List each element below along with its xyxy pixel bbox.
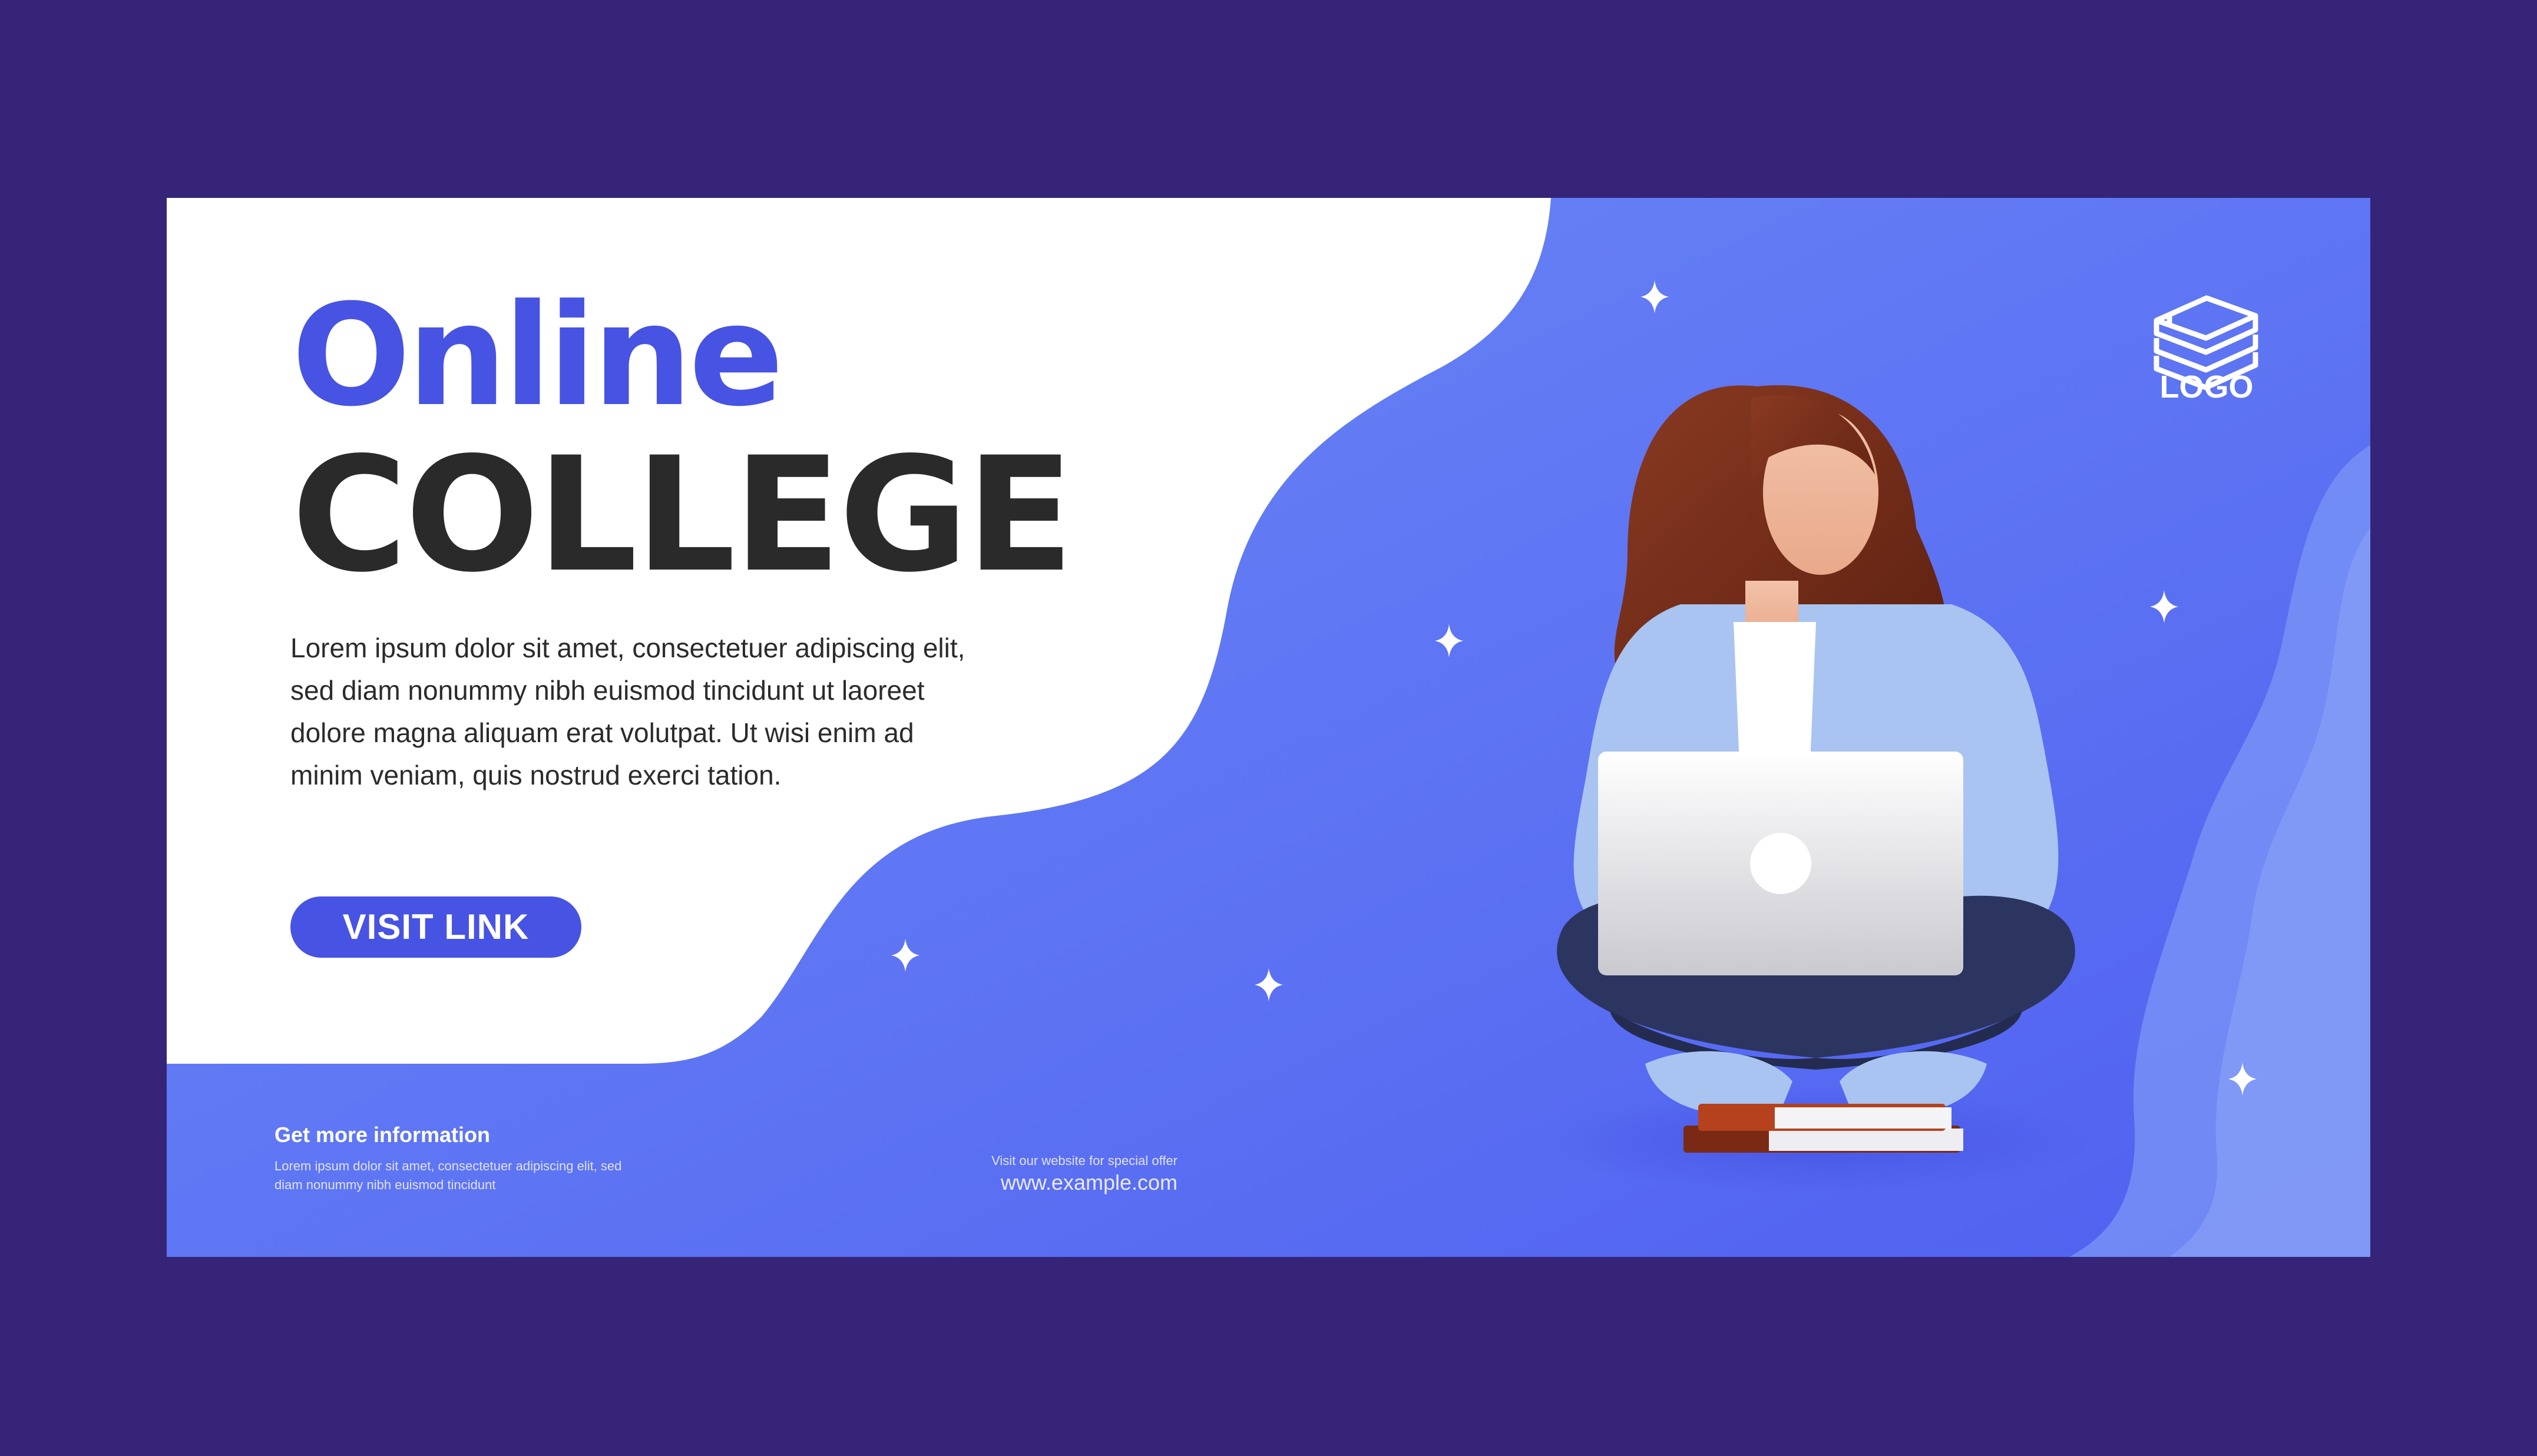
description-line: sed diam nonummy nibh euismod tincidunt … [290,675,925,706]
footer-info-line: Lorem ipsum dolor sit amet, consectetuer… [274,1159,622,1173]
website-link[interactable]: www.example.com [942,1170,1177,1195]
footer-info-heading: Get more information [274,1123,491,1147]
footer-info-text: Lorem ipsum dolor sit amet, consectetuer… [274,1157,687,1194]
description-line: dolore magna aliquam erat volutpat. Ut w… [290,717,914,748]
footer-info-line: diam nonummy nibh euismod tincidunt [274,1177,496,1192]
visit-link-button[interactable]: VISIT LINK [290,896,581,958]
headline-online: Online [292,274,784,438]
description-line: minim veniam, quis nostrud exerci tation… [290,760,782,790]
logo-label: LOGO [2159,369,2254,405]
headline-college: COLLEGE [292,423,1074,607]
banner: Online COLLEGE Lorem ipsum dolor sit ame… [167,198,2370,1257]
description-line: Lorem ipsum dolor sit amet, consectetuer… [290,633,965,663]
offer-text: Visit our website for special offer [991,1153,1177,1168]
description: Lorem ipsum dolor sit amet, consectetuer… [290,627,1056,796]
